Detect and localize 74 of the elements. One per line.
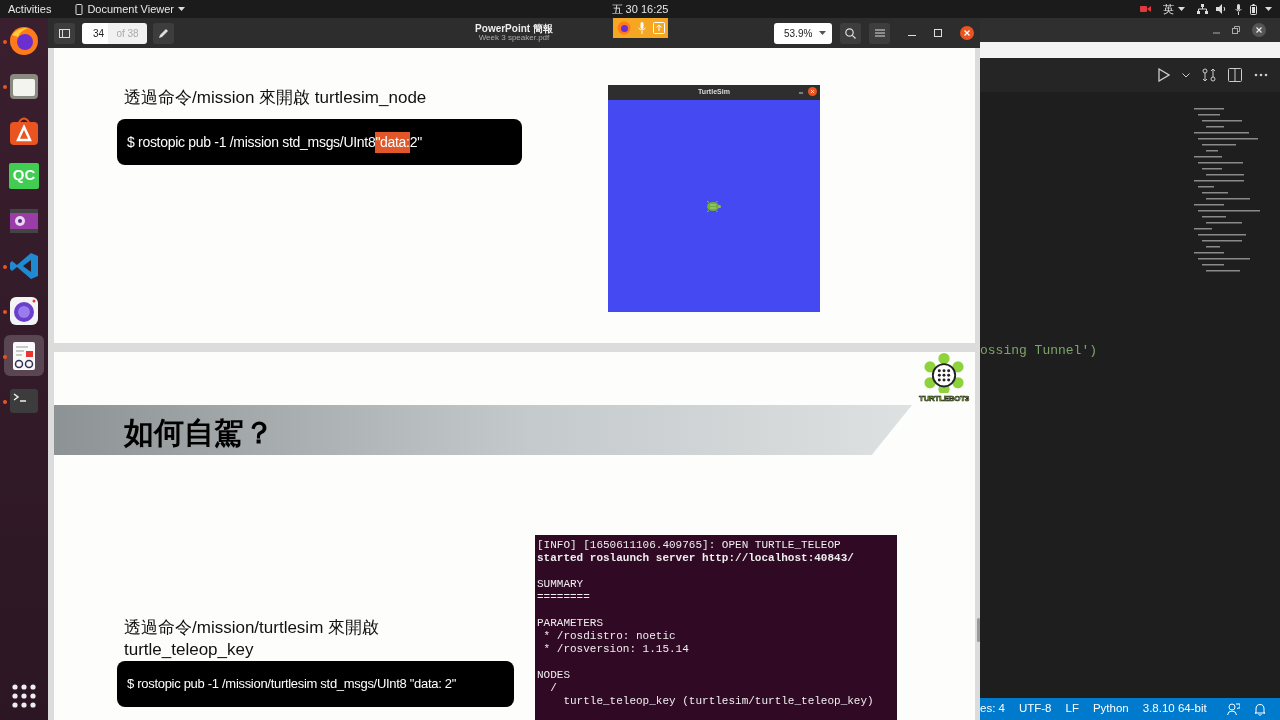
split-editor-icon[interactable] bbox=[1228, 68, 1242, 82]
more-icon[interactable] bbox=[1254, 73, 1268, 77]
caret-icon bbox=[178, 7, 186, 11]
terminal-line: ======== bbox=[537, 591, 591, 604]
terminal-line: SUMMARY bbox=[537, 578, 585, 591]
screen-share-icon bbox=[652, 22, 665, 34]
slide-heading: 如何自駕？ bbox=[124, 415, 274, 451]
network-icon bbox=[1197, 4, 1208, 14]
annotate-button[interactable] bbox=[153, 22, 174, 44]
terminal-line: / bbox=[549, 682, 558, 695]
status-item[interactable]: es: 4 bbox=[980, 700, 1005, 718]
terminal-line: NODES bbox=[537, 669, 571, 682]
microphone-icon bbox=[1235, 3, 1242, 15]
video-camera-icon[interactable] bbox=[1140, 5, 1151, 13]
terminal-line: [INFO] [1650611106.409765]: OPEN TURTLE_TELEOP bbox=[537, 539, 842, 552]
slide-caption: 透過命令/mission/turtlesim 來開啟 bbox=[124, 617, 380, 639]
sidebar-icon bbox=[59, 28, 70, 38]
close-button[interactable] bbox=[960, 26, 974, 40]
phone-icon bbox=[75, 3, 84, 15]
status-item[interactable]: UTF-8 bbox=[1018, 700, 1052, 718]
battery-icon bbox=[1250, 3, 1257, 15]
status-item[interactable]: Python bbox=[1092, 700, 1129, 718]
caret-icon[interactable] bbox=[1182, 72, 1190, 78]
compare-icon[interactable] bbox=[1202, 68, 1216, 82]
app-menu[interactable]: Document Viewer bbox=[75, 0, 186, 18]
feedback-icon[interactable] bbox=[1227, 702, 1240, 716]
slide-caption: turtle_teleop_key bbox=[124, 639, 254, 661]
input-method-menu[interactable]: 英 bbox=[1163, 0, 1185, 18]
terminal-line: turtle_teleop_key (turtlesim/turtle_teleop_key) bbox=[562, 695, 875, 708]
close-icon[interactable] bbox=[808, 87, 817, 96]
app-launcher[interactable] bbox=[4, 335, 44, 376]
system-menu[interactable] bbox=[1197, 3, 1272, 15]
app-label: QC bbox=[9, 162, 39, 189]
close-icon bbox=[960, 26, 974, 40]
browser-icon bbox=[616, 21, 631, 35]
search-icon bbox=[845, 27, 856, 39]
zoom-dropdown[interactable]: 53.9% bbox=[774, 22, 832, 44]
menu-icon bbox=[874, 29, 885, 37]
pencil-icon bbox=[158, 27, 169, 39]
menu-button[interactable] bbox=[869, 22, 890, 44]
search-button[interactable] bbox=[840, 22, 861, 44]
restore-icon[interactable] bbox=[1232, 26, 1240, 34]
run-icon[interactable] bbox=[1158, 68, 1170, 82]
slide-caption: 透過命令/mission 來開啟 turtlesim_node bbox=[124, 87, 427, 109]
code-line: ossing Tunnel') bbox=[980, 342, 1098, 360]
camera-icon bbox=[8, 294, 40, 327]
terminal-line: * /rosversion: 1.15.14 bbox=[542, 643, 690, 656]
clock[interactable]: 五 30 16:25 bbox=[611, 0, 669, 18]
turtle-icon bbox=[705, 201, 721, 212]
status-item[interactable]: 3.8.10 64-bit bbox=[1142, 700, 1207, 718]
microphone-icon bbox=[637, 22, 646, 34]
maximize-icon bbox=[934, 29, 942, 37]
terminal-line: * /rosdistro: noetic bbox=[542, 630, 677, 643]
maximize-button[interactable] bbox=[934, 29, 942, 37]
activities-button[interactable]: Activities bbox=[8, 0, 52, 18]
terminal-line: PARAMETERS bbox=[537, 617, 604, 630]
logo-text: TURTLEBOT3 bbox=[919, 393, 969, 405]
app-grid-icon bbox=[12, 684, 36, 708]
speaker-icon bbox=[1216, 4, 1227, 14]
terminal-line: started roslaunch server http://localhost:40843/ bbox=[537, 552, 855, 565]
status-item[interactable]: LF bbox=[1065, 700, 1079, 718]
page-total: of 38 bbox=[108, 22, 147, 44]
bell-icon[interactable] bbox=[1254, 702, 1266, 716]
page-field[interactable]: 34 of 38 bbox=[82, 22, 147, 44]
browser-icon bbox=[8, 24, 40, 57]
sidebar-button[interactable] bbox=[54, 22, 75, 44]
window-title: PowerPoint 簡報 bbox=[475, 23, 553, 34]
close-icon[interactable] bbox=[1252, 23, 1266, 37]
caret-icon bbox=[819, 31, 826, 35]
document-name: Week 3 speaker.pdf bbox=[477, 34, 550, 43]
caret-icon bbox=[1178, 7, 1185, 11]
caret-icon bbox=[1265, 7, 1272, 11]
scrollbar-thumb[interactable] bbox=[977, 618, 980, 642]
show-apps-button[interactable] bbox=[12, 684, 36, 708]
